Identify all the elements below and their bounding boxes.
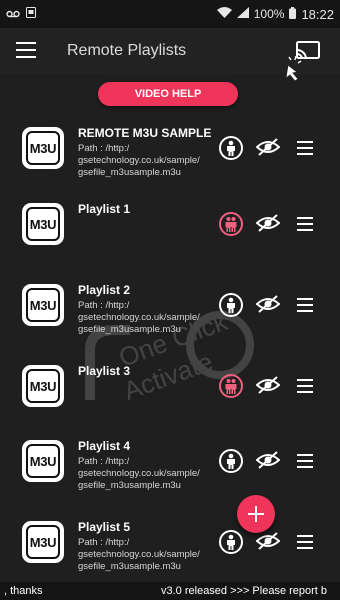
drag-handle-icon[interactable]: [297, 535, 313, 549]
drag-handle-icon[interactable]: [297, 141, 313, 155]
eye-off-icon[interactable]: [255, 451, 281, 469]
eye-off-icon[interactable]: [255, 376, 281, 394]
clock: 18:22: [301, 6, 334, 22]
status-bar: 100% 18:22: [0, 0, 340, 28]
add-icon: [248, 506, 264, 522]
app-bar: Remote Playlists: [0, 28, 340, 82]
notification-icon: [26, 7, 36, 21]
playlist-path: Path : /http:/ gsetechnology.co.uk/sampl…: [78, 143, 200, 178]
playlist-title: Playlist 3: [78, 364, 131, 378]
m3u-icon: M3U: [22, 203, 64, 245]
signal-icon: [236, 7, 249, 21]
playlist-row[interactable]: M3U Playlist 1: [0, 191, 340, 261]
person-toggle-button[interactable]: [219, 293, 243, 317]
playlist-row[interactable]: M3U Playlist 3: [0, 353, 340, 423]
m3u-icon: M3U: [22, 521, 64, 563]
m3u-icon: M3U: [22, 440, 64, 482]
playlist-path: Path : /http:/ gsetechnology.co.uk/sampl…: [78, 456, 200, 491]
m3u-badge-label: M3U: [26, 525, 60, 559]
drag-handle-icon[interactable]: [297, 298, 313, 312]
person-icon: [227, 297, 235, 313]
playlist-row[interactable]: M3U REMOTE M3U SAMPLE Path : /http:/ gse…: [0, 115, 340, 185]
playlist-title: Playlist 5: [78, 520, 131, 534]
cast-icon[interactable]: [280, 38, 326, 82]
battery-percent: 100%: [253, 7, 285, 21]
ticker-text-left: , thanks: [4, 585, 43, 597]
video-help-button[interactable]: VIDEO HELP: [98, 82, 238, 106]
playlist-row[interactable]: M3U Playlist 2 Path : /http:/ gsetechnol…: [0, 272, 340, 342]
person-toggle-button[interactable]: [219, 530, 243, 554]
person-icon: [227, 453, 235, 469]
playlist-row[interactable]: M3U Playlist 4 Path : /http:/ gsetechnol…: [0, 428, 340, 498]
m3u-badge-label: M3U: [26, 369, 60, 403]
person-toggle-button[interactable]: [219, 136, 243, 160]
person-toggle-button[interactable]: [219, 449, 243, 473]
drag-handle-icon[interactable]: [297, 217, 313, 231]
playlist-path: Path : /http:/ gsetechnology.co.uk/sampl…: [78, 537, 200, 572]
person-icon: [225, 217, 237, 232]
eye-off-icon[interactable]: [255, 295, 281, 313]
person-icon: [227, 140, 235, 156]
m3u-icon: M3U: [22, 127, 64, 169]
playlist-row[interactable]: M3U Playlist 5 Path : /http:/ gsetechnol…: [0, 509, 340, 579]
eye-off-icon[interactable]: [255, 532, 281, 550]
m3u-badge-label: M3U: [26, 207, 60, 241]
news-ticker: , thanks v3.0 released >>> Please report…: [0, 582, 340, 600]
person-icon: [225, 379, 237, 394]
m3u-icon: M3U: [22, 365, 64, 407]
add-playlist-button[interactable]: [237, 495, 275, 533]
person-icon: [227, 534, 235, 550]
person-toggle-button[interactable]: [219, 374, 243, 398]
drag-handle-icon[interactable]: [297, 379, 313, 393]
person-toggle-button[interactable]: [219, 212, 243, 236]
page-title: Remote Playlists: [67, 42, 187, 59]
m3u-badge-label: M3U: [26, 131, 60, 165]
eye-off-icon[interactable]: [255, 214, 281, 232]
eye-off-icon[interactable]: [255, 138, 281, 156]
hamburger-menu-icon[interactable]: [16, 42, 36, 58]
m3u-icon: M3U: [22, 284, 64, 326]
playlist-title: Playlist 4: [78, 439, 131, 453]
m3u-badge-label: M3U: [26, 444, 60, 478]
playlist-path: Path : /http:/ gsetechnology.co.uk/sampl…: [78, 300, 200, 335]
m3u-badge-label: M3U: [26, 288, 60, 322]
playlist-title: REMOTE M3U SAMPLE: [78, 126, 212, 140]
playlist-title: Playlist 1: [78, 202, 131, 216]
ticker-text-right: v3.0 released >>> Please report b: [161, 585, 328, 597]
drag-handle-icon[interactable]: [297, 454, 313, 468]
battery-icon: [289, 6, 297, 22]
voicemail-icon: [6, 7, 20, 21]
wifi-icon: [216, 7, 232, 21]
playlist-title: Playlist 2: [78, 283, 131, 297]
